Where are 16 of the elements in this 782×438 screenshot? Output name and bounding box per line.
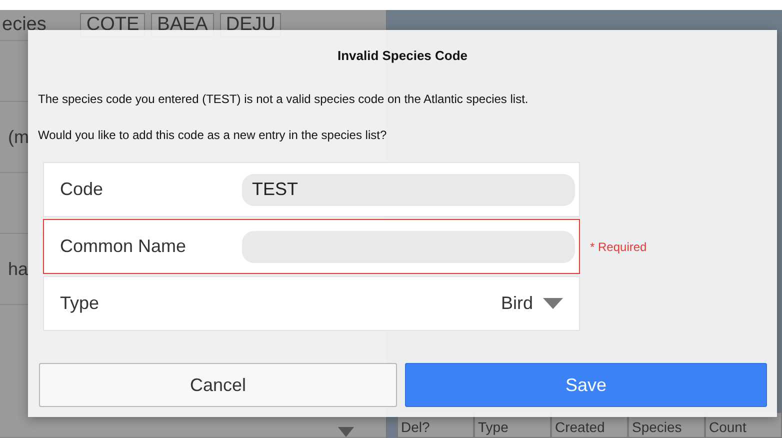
caret-icon — [543, 298, 563, 309]
field-label: ha — [8, 258, 28, 280]
text-field[interactable]: TEST — [242, 174, 575, 206]
field-label: (m — [8, 126, 29, 148]
field-label: Type — [60, 293, 100, 314]
dialog-message: The species code you entered (TEST) is not a valid species code on the Atlantic species list. — [38, 92, 530, 106]
dialog-title: Invalid Species Code — [336, 48, 469, 63]
caret-icon — [338, 427, 354, 437]
field-label: Common Name — [60, 236, 188, 257]
field-label: Code — [60, 179, 104, 200]
type-dropdown[interactable]: Bird — [494, 292, 575, 315]
field-label: ecies — [2, 14, 46, 36]
cancel-button[interactable]: Cancel — [39, 363, 397, 407]
save-button[interactable]: Save — [405, 363, 767, 407]
required-note: * Required — [590, 240, 647, 254]
dialog-message: Would you like to add this code as a new entry in the species list? — [38, 128, 388, 142]
